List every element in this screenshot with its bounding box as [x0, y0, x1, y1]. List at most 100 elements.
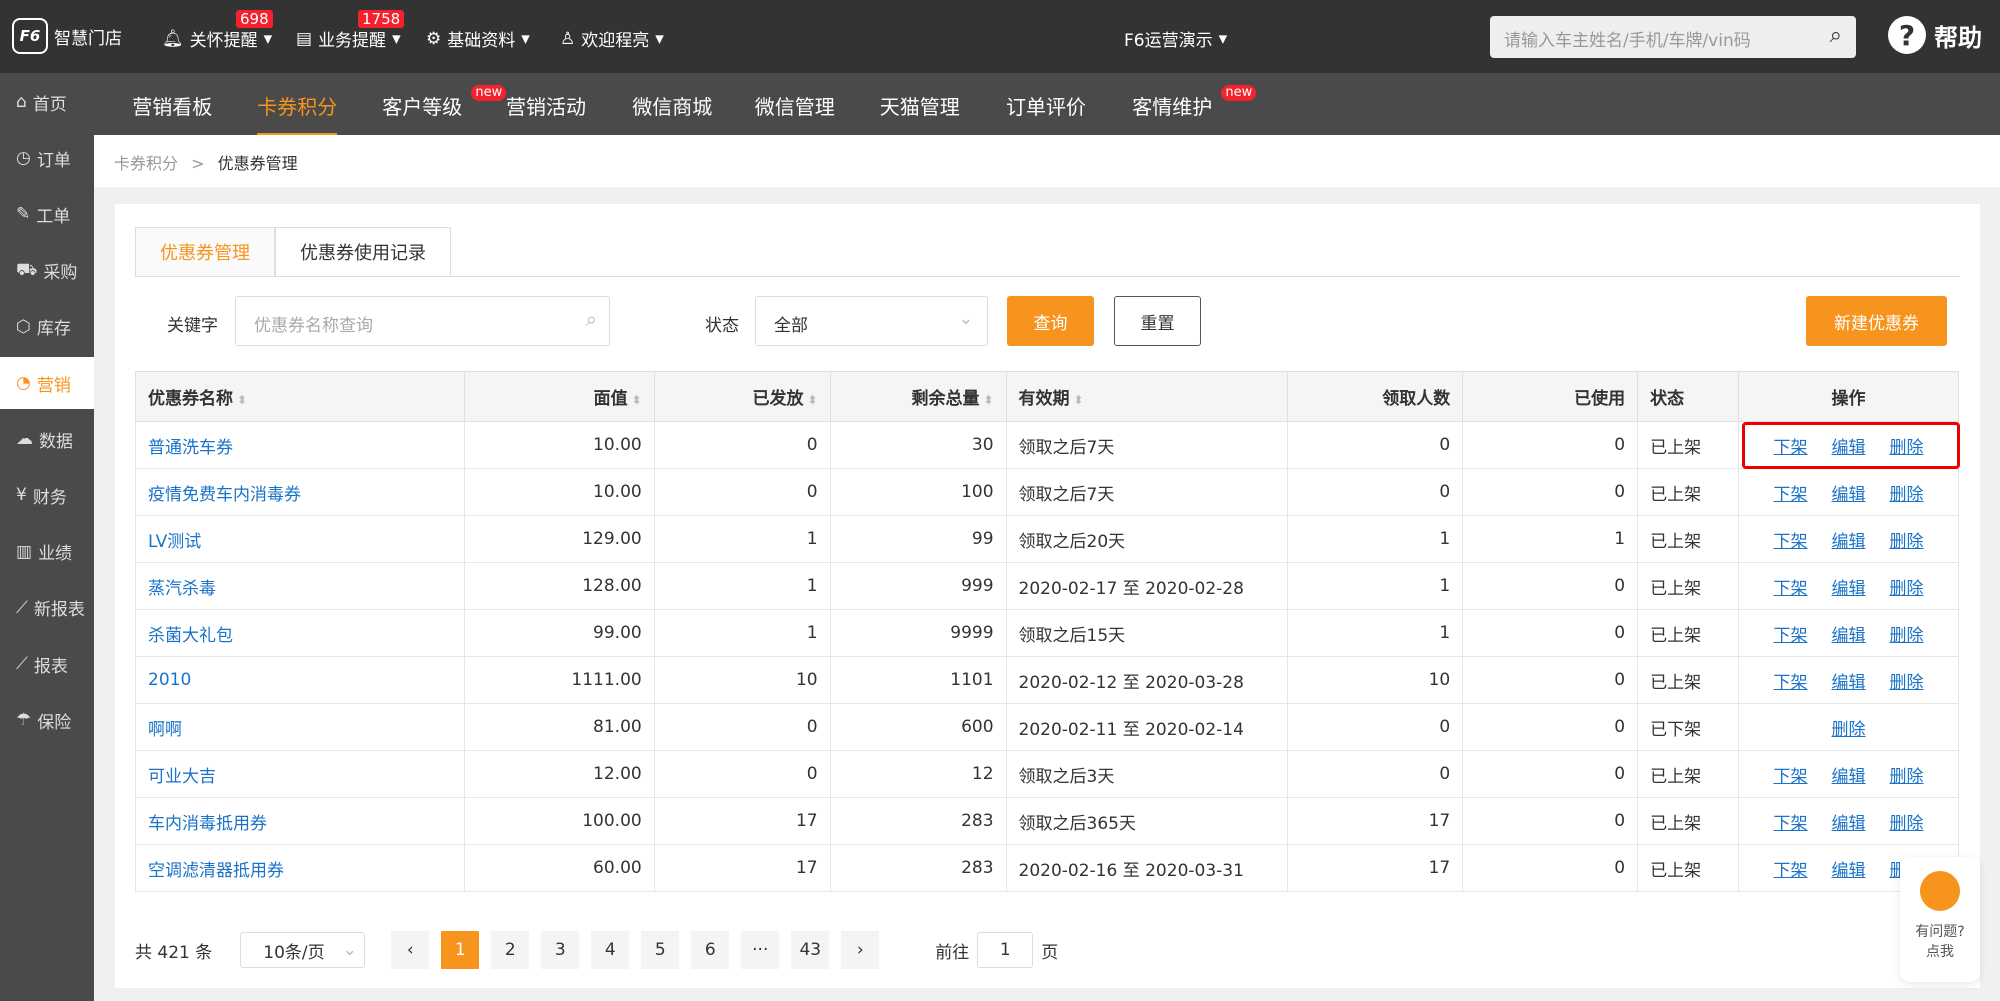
- search-icon: ⌕: [585, 307, 597, 331]
- nav-tab[interactable]: 天猫管理: [880, 91, 960, 120]
- edit-link[interactable]: 编辑: [1832, 626, 1866, 646]
- help-line-2: 点我: [1926, 944, 1954, 960]
- search-icon[interactable]: ⌕: [1830, 23, 1842, 48]
- edit-link[interactable]: 编辑: [1832, 861, 1866, 881]
- column-header[interactable]: 优惠券名称 ⬍: [135, 371, 465, 422]
- unlist-link[interactable]: 下架: [1774, 626, 1808, 646]
- basic-data-menu[interactable]: ⚙ 基础资料 ▾: [426, 26, 530, 52]
- sort-icon[interactable]: ⬍: [632, 393, 642, 407]
- help-button[interactable]: ? 帮助: [1888, 16, 1982, 54]
- delete-link[interactable]: 删除: [1890, 673, 1924, 693]
- nav-tab[interactable]: 微信管理: [755, 91, 835, 120]
- unlist-link[interactable]: 下架: [1774, 673, 1808, 693]
- edit-link[interactable]: 编辑: [1832, 532, 1866, 552]
- unlist-link[interactable]: 下架: [1774, 579, 1808, 599]
- unlist-link[interactable]: 下架: [1774, 861, 1808, 881]
- business-reminder-menu[interactable]: ▤ 业务提醒 ▾ 1758: [296, 10, 405, 51]
- prev-page-button[interactable]: ‹: [391, 931, 430, 969]
- create-coupon-button[interactable]: 新建优惠券: [1806, 296, 1947, 346]
- unlist-link[interactable]: 下架: [1774, 485, 1808, 505]
- delete-link[interactable]: 删除: [1890, 579, 1924, 599]
- page-button[interactable]: 43: [791, 931, 830, 969]
- page-button[interactable]: 6: [691, 931, 730, 969]
- delete-link[interactable]: 删除: [1890, 767, 1924, 787]
- status-select[interactable]: 全部 ⌄: [755, 296, 988, 346]
- sidebar-item[interactable]: ✎ 工单: [0, 188, 94, 240]
- sidebar-label: 首页: [32, 94, 67, 115]
- coupon-name-link[interactable]: LV测试: [148, 532, 201, 552]
- sidebar-item[interactable]: ◷ 订单: [0, 132, 94, 184]
- sidebar-item[interactable]: ◔ 营销: [0, 357, 94, 409]
- sort-icon[interactable]: ⬍: [1074, 393, 1084, 407]
- edit-link[interactable]: 编辑: [1832, 579, 1866, 599]
- coupon-name-link[interactable]: 可业大吉: [148, 767, 216, 787]
- sidebar-item[interactable]: ⟋ 新报表: [0, 582, 94, 634]
- table-cell: 1: [653, 609, 831, 657]
- store-switcher[interactable]: F6运营演示 ▾: [1124, 26, 1227, 52]
- delete-link[interactable]: 删除: [1890, 814, 1924, 834]
- user-menu[interactable]: ♙ 欢迎程亮 ▾: [560, 26, 664, 52]
- floating-help-button[interactable]: 有问题? 点我: [1900, 857, 1980, 982]
- sort-icon[interactable]: ⬍: [983, 393, 993, 407]
- keyword-input[interactable]: 优惠券名称查询 ⌕: [235, 296, 610, 346]
- coupon-name-link[interactable]: 普通洗车券: [148, 438, 233, 458]
- sidebar-item[interactable]: ☂ 保险: [0, 694, 94, 746]
- page-button[interactable]: 2: [491, 931, 530, 969]
- sidebar-item[interactable]: ☁ 数据: [0, 413, 94, 465]
- query-button[interactable]: 查询: [1007, 296, 1094, 346]
- breadcrumb-parent[interactable]: 卡券积分: [114, 154, 178, 173]
- unlist-link[interactable]: 下架: [1774, 814, 1808, 834]
- nav-tab[interactable]: 客情维护 new: [1132, 85, 1257, 120]
- edit-link[interactable]: 编辑: [1832, 814, 1866, 834]
- column-header[interactable]: 已发放 ⬍: [653, 371, 831, 422]
- unlist-link[interactable]: 下架: [1774, 767, 1808, 787]
- delete-link[interactable]: 删除: [1890, 532, 1924, 552]
- sort-icon[interactable]: ⬍: [237, 393, 247, 407]
- nav-tab[interactable]: 订单评价: [1006, 91, 1086, 120]
- page-button[interactable]: 4: [591, 931, 630, 969]
- column-header[interactable]: 剩余总量 ⬍: [829, 371, 1007, 422]
- goto-page-input[interactable]: 1: [977, 932, 1034, 968]
- page-button[interactable]: 3: [541, 931, 580, 969]
- page-button[interactable]: ···: [741, 931, 780, 969]
- nav-tab[interactable]: 微信商城: [632, 91, 712, 120]
- sort-icon[interactable]: ⬍: [808, 393, 818, 407]
- coupon-name-link[interactable]: 车内消毒抵用券: [148, 814, 267, 834]
- tab-coupon-management[interactable]: 优惠券管理: [135, 227, 275, 276]
- next-page-button[interactable]: ›: [841, 931, 880, 969]
- sidebar-item[interactable]: ▥ 业绩: [0, 526, 94, 578]
- care-reminder-menu[interactable]: 🔔︎ 关怀提醒 ▾ 698: [162, 10, 273, 51]
- coupon-name-link[interactable]: 啊啊: [148, 720, 182, 740]
- page-button[interactable]: 1: [441, 931, 480, 969]
- tab-coupon-usage-records[interactable]: 优惠券使用记录: [275, 227, 451, 276]
- page-button[interactable]: 5: [641, 931, 680, 969]
- logo[interactable]: F6 智慧门店: [12, 18, 122, 54]
- sidebar-item[interactable]: ⬡ 库存: [0, 301, 94, 353]
- unlist-link[interactable]: 下架: [1774, 532, 1808, 552]
- nav-tab[interactable]: 卡券积分: [257, 91, 338, 136]
- coupon-name-link[interactable]: 空调滤清器抵用券: [148, 861, 284, 881]
- reset-button[interactable]: 重置: [1114, 296, 1201, 346]
- delete-link[interactable]: 删除: [1832, 720, 1866, 740]
- sidebar-item[interactable]: ¥ 财务: [0, 469, 94, 521]
- column-header[interactable]: 有效期 ⬍: [1005, 371, 1289, 422]
- delete-link[interactable]: 删除: [1890, 485, 1924, 505]
- table-cell: 2020-02-16 至 2020-03-31: [1005, 844, 1289, 892]
- coupon-name-link[interactable]: 杀菌大礼包: [148, 626, 233, 646]
- global-search-input[interactable]: 请输入车主姓名/手机/车牌/vin码 ⌕: [1490, 16, 1856, 58]
- edit-link[interactable]: 编辑: [1832, 485, 1866, 505]
- coupon-name-link[interactable]: 疫情免费车内消毒券: [148, 485, 301, 505]
- nav-tab[interactable]: 营销看板: [132, 91, 212, 120]
- column-header[interactable]: 面值 ⬍: [463, 371, 655, 422]
- sidebar-item[interactable]: ⌂ 首页: [0, 76, 94, 128]
- page-size-select[interactable]: 10条/页 ⌄: [240, 932, 366, 968]
- nav-tab[interactable]: 客户等级 new: [382, 85, 507, 120]
- nav-tab[interactable]: 营销活动: [506, 91, 586, 120]
- edit-link[interactable]: 编辑: [1832, 767, 1866, 787]
- coupon-name-link[interactable]: 2010: [148, 670, 191, 690]
- delete-link[interactable]: 删除: [1890, 626, 1924, 646]
- edit-link[interactable]: 编辑: [1832, 673, 1866, 693]
- sidebar-item[interactable]: ⟋ 报表: [0, 638, 94, 690]
- sidebar-item[interactable]: ⛟ 采购: [0, 245, 94, 297]
- coupon-name-link[interactable]: 蒸汽杀毒: [148, 579, 216, 599]
